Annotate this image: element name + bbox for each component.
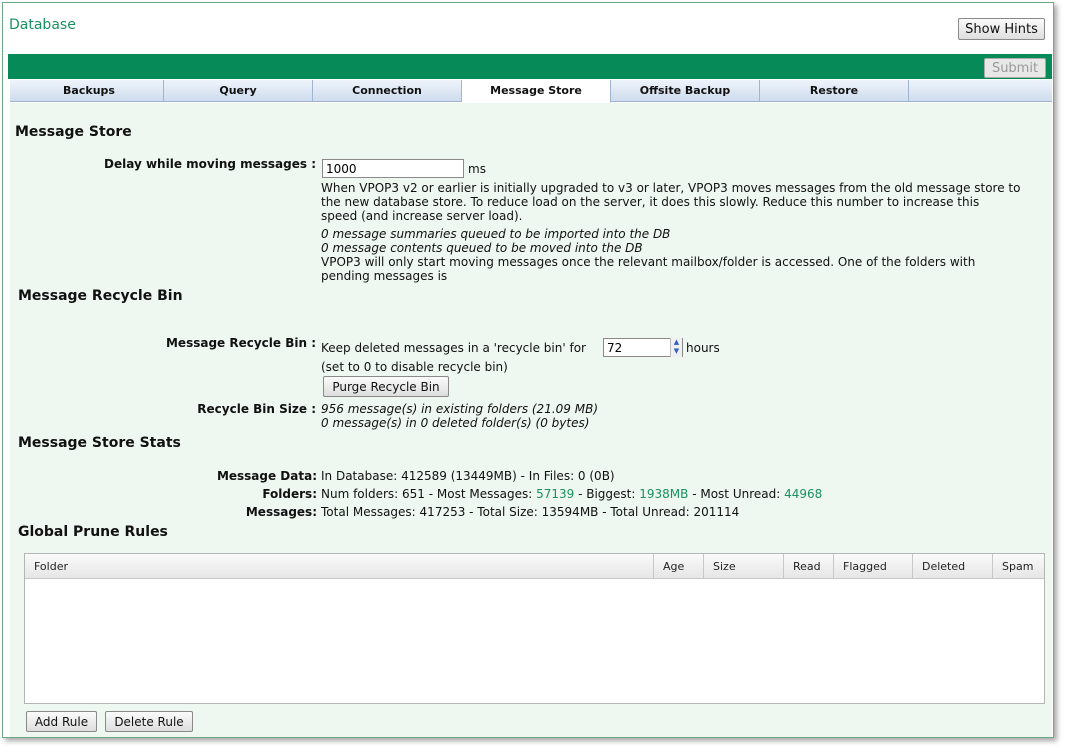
most-unread-link[interactable]: 44968 (784, 487, 822, 501)
stats-heading: Message Store Stats (18, 435, 181, 451)
prune-rules-heading: Global Prune Rules (18, 524, 168, 540)
recycle-bin-heading: Message Recycle Bin (18, 288, 183, 304)
messages-label: Messages: (245, 505, 317, 519)
grid-header: Folder Age Size Read Flagged Deleted Spa… (25, 554, 1044, 579)
folders-value: Num folders: 651 - Most Messages: 57139 … (321, 487, 822, 501)
recycle-bin-label: Message Recycle Bin : (165, 336, 316, 350)
tab-query[interactable]: Query (164, 80, 313, 102)
tab-offsite-backup[interactable]: Offsite Backup (611, 80, 760, 102)
delay-unit: ms (468, 162, 486, 176)
folders-prefix: Num folders: 651 - Most Messages: (321, 487, 533, 501)
col-size[interactable]: Size (704, 554, 784, 578)
disable-note: (set to 0 to disable recycle bin) (321, 360, 508, 374)
folders-label: Folders: (262, 487, 317, 501)
col-spam[interactable]: Spam (993, 554, 1044, 578)
biggest-link[interactable]: 1938MB (639, 487, 688, 501)
queued-summaries-text: 0 message summaries queued to be importe… (321, 227, 671, 241)
col-age[interactable]: Age (654, 554, 704, 578)
delay-desc-line3: speed (and increase server load). (321, 209, 523, 223)
hours-unit: hours (686, 341, 720, 355)
delete-rule-button[interactable]: Delete Rule (105, 711, 193, 732)
tab-bar: Backups Query Connection Message Store O… (10, 80, 1052, 103)
recycle-bin-size-label: Recycle Bin Size : (197, 402, 316, 416)
database-window: Database Show Hints Submit Backups Query… (2, 2, 1054, 738)
add-rule-button[interactable]: Add Rule (26, 711, 97, 732)
tab-message-store[interactable]: Message Store (462, 80, 611, 103)
delay-input[interactable] (322, 159, 464, 178)
show-hints-button[interactable]: Show Hints (958, 18, 1045, 40)
window-title: Database (9, 17, 76, 33)
message-data-label: Message Data: (216, 469, 317, 483)
prune-rules-grid: Folder Age Size Read Flagged Deleted Spa… (24, 553, 1045, 704)
unread-prefix: - Most Unread: (692, 487, 781, 501)
most-messages-link[interactable]: 57139 (536, 487, 574, 501)
purge-recycle-bin-button[interactable]: Purge Recycle Bin (323, 376, 449, 397)
tab-restore[interactable]: Restore (760, 80, 909, 102)
delay-label: Delay while moving messages : (104, 157, 316, 171)
tab-backups[interactable]: Backups (10, 80, 164, 102)
message-store-panel: Message Store Delay while moving message… (10, 103, 1052, 737)
biggest-prefix: - Biggest: (578, 487, 636, 501)
tab-connection[interactable]: Connection (313, 80, 462, 102)
size-deleted-text: 0 message(s) in 0 deleted folder(s) (0 b… (321, 416, 590, 430)
messages-value: Total Messages: 417253 - Total Size: 135… (321, 505, 740, 519)
start-note-line2: pending messages is (321, 269, 448, 283)
col-flagged[interactable]: Flagged (834, 554, 913, 578)
queued-contents-text: 0 message contents queued to be moved in… (321, 241, 643, 255)
col-deleted[interactable]: Deleted (913, 554, 993, 578)
delay-desc-line2: the new database store. To reduce load o… (321, 195, 980, 209)
submit-button[interactable]: Submit (984, 58, 1046, 78)
size-existing-text: 956 message(s) in existing folders (21.0… (321, 402, 598, 416)
delay-desc-line1: When VPOP3 v2 or earlier is initially up… (321, 181, 1021, 195)
start-note-line1: VPOP3 will only start moving messages on… (321, 255, 976, 269)
message-data-value: In Database: 412589 (13449MB) - In Files… (321, 469, 615, 483)
keep-deleted-text: Keep deleted messages in a 'recycle bin'… (321, 341, 586, 355)
col-read[interactable]: Read (784, 554, 834, 578)
toolbar-bar (8, 54, 1052, 79)
col-folder[interactable]: Folder (25, 554, 654, 578)
message-store-heading: Message Store (15, 124, 132, 140)
hours-spinner[interactable]: ▲ ▼ (670, 338, 682, 357)
